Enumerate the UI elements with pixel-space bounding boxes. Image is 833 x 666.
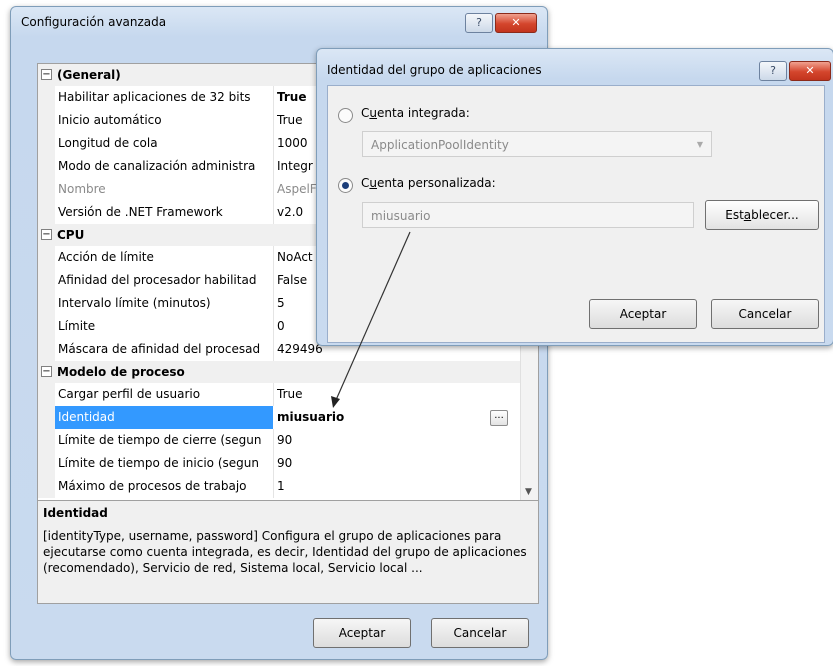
property-name: Máscara de afinidad del procesad [58, 342, 261, 356]
property-name: Cargar perfil de usuario [58, 387, 201, 401]
property-row[interactable]: Límite de tiempo de cierre (segun 90 [38, 429, 538, 452]
category-label: CPU [57, 228, 85, 242]
builtin-account-select[interactable]: ApplicationPoolIdentity ▼ [362, 131, 712, 157]
description-panel: Identidad [identityType, username, passw… [37, 500, 539, 604]
property-name: Afinidad del procesador habilitad [58, 273, 257, 287]
builtin-account-value: ApplicationPoolIdentity [371, 138, 509, 152]
property-name: Longitud de cola [58, 136, 158, 150]
property-name: Límite de tiempo de cierre (segun [58, 433, 262, 447]
property-name: Límite [58, 319, 96, 333]
property-name: Nombre [58, 182, 106, 196]
property-value: 90 [277, 456, 293, 470]
property-row-identity[interactable]: Identidad miusuario... [38, 406, 538, 429]
set-credentials-button[interactable]: Establecer... [705, 200, 819, 230]
custom-account-label[interactable]: Cuenta personalizada: [361, 176, 496, 190]
custom-account-radio[interactable] [338, 178, 353, 193]
dialog-title: Configuración avanzada [21, 15, 167, 29]
property-row[interactable]: Cargar perfil de usuario True [38, 383, 538, 406]
builtin-account-radio[interactable] [338, 108, 353, 123]
property-name: Identidad [58, 410, 115, 424]
scroll-down-icon[interactable]: ▼ [525, 487, 532, 497]
property-row[interactable]: Máximo de procesos de trabajo 1 [38, 475, 538, 498]
category-label: (General) [57, 68, 121, 82]
property-value: True [277, 387, 303, 401]
builtin-account-label[interactable]: Cuenta integrada: [361, 106, 470, 120]
property-name: Intervalo límite (minutos) [58, 296, 211, 310]
ellipsis-button[interactable]: ... [490, 410, 508, 426]
chevron-down-icon: ▼ [696, 140, 703, 149]
custom-account-field[interactable]: miusuario [362, 202, 694, 228]
ok-button[interactable]: Aceptar [589, 299, 697, 329]
property-name: Inicio automático [58, 113, 162, 127]
close-button[interactable]: ✕ [495, 13, 537, 33]
cancel-button[interactable]: Cancelar [431, 618, 529, 648]
category-process-model[interactable]: − Modelo de proceso [38, 361, 538, 383]
property-value: 1 [277, 479, 285, 493]
property-name: Modo de canalización administra [58, 159, 256, 173]
description-text: [identityType, username, password] Confi… [43, 529, 527, 575]
category-label: Modelo de proceso [57, 365, 185, 379]
collapse-icon[interactable]: − [41, 69, 52, 80]
dialog-title: Identidad del grupo de aplicaciones [327, 63, 542, 77]
help-button[interactable]: ? [759, 61, 787, 81]
property-value: 90 [277, 433, 293, 447]
ok-button[interactable]: Aceptar [313, 618, 411, 648]
property-name: Límite de tiempo de inicio (segun [58, 456, 259, 470]
property-name: Acción de límite [58, 250, 154, 264]
property-value: miusuario [277, 410, 345, 424]
property-name: Versión de .NET Framework [58, 205, 223, 219]
help-button[interactable]: ? [465, 13, 493, 33]
collapse-icon[interactable]: − [41, 366, 52, 377]
app-pool-identity-dialog: Identidad del grupo de aplicaciones ? ✕ … [316, 48, 833, 346]
collapse-icon[interactable]: − [41, 229, 52, 240]
close-button[interactable]: ✕ [789, 61, 831, 81]
property-name: Habilitar aplicaciones de 32 bits [58, 90, 251, 104]
description-title: Identidad [43, 506, 108, 520]
dialog-body: Cuenta integrada: ApplicationPoolIdentit… [327, 85, 825, 343]
cancel-button[interactable]: Cancelar [711, 299, 819, 329]
property-row[interactable]: Límite de tiempo de inicio (segun 90 [38, 452, 538, 475]
property-name: Máximo de procesos de trabajo [58, 479, 247, 493]
